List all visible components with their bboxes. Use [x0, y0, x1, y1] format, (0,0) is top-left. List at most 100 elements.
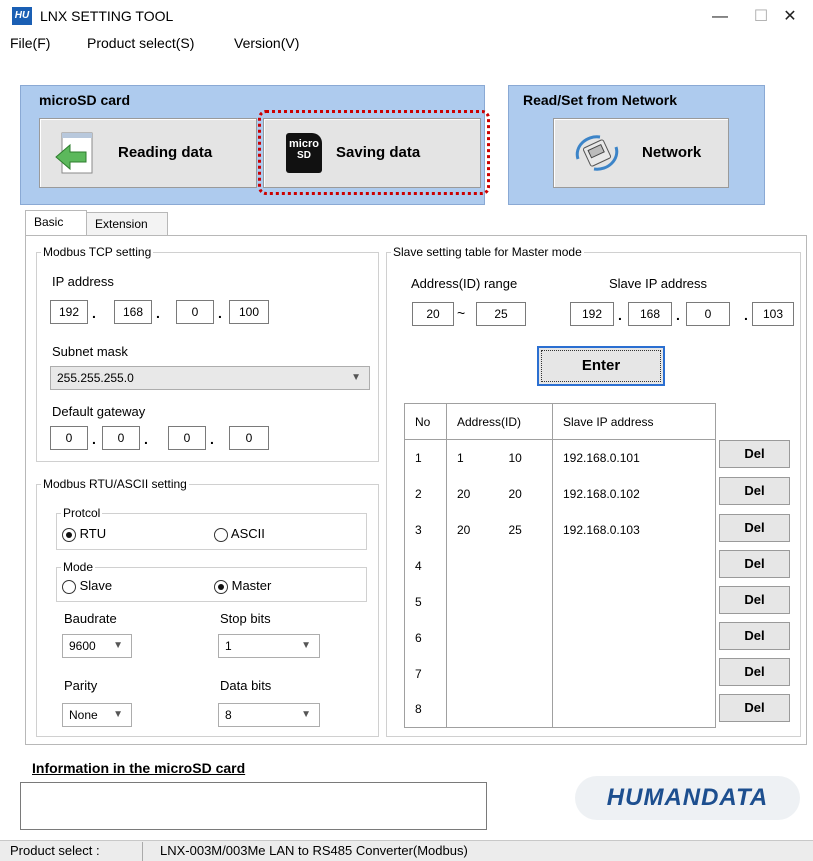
row-slave-ip: 192.168.0.103 — [552, 511, 716, 548]
highlight-outline — [258, 110, 490, 195]
range-from-input[interactable]: 20 — [412, 302, 454, 326]
protocol-ascii-radio[interactable]: ASCII — [214, 526, 265, 542]
ip-octet-4[interactable]: 100 — [229, 300, 269, 324]
row-slave-ip: 192.168.0.102 — [552, 475, 716, 512]
row-no: 5 — [404, 583, 447, 620]
protocol-ascii-label: ASCII — [230, 526, 265, 541]
protocol-rtu-label: RTU — [79, 526, 107, 541]
network-button[interactable]: Network — [553, 118, 729, 188]
microsd-info-box[interactable] — [20, 782, 487, 830]
network-icon — [572, 129, 622, 177]
del-button-row-3[interactable]: Del — [719, 514, 790, 542]
slave-ip-label: Slave IP address — [609, 276, 708, 291]
slave-ip-octet-3[interactable]: 0 — [686, 302, 730, 326]
slave-ip-dot: . — [676, 307, 680, 323]
range-to-input[interactable]: 25 — [476, 302, 526, 326]
slave-ip-octet-1[interactable]: 192 — [570, 302, 614, 326]
row-address-from: 20 — [457, 486, 471, 501]
mode-master-radio[interactable]: Master — [214, 578, 271, 594]
menu-version[interactable]: Version(V) — [234, 35, 299, 51]
ip-octet-2[interactable]: 168 — [114, 300, 152, 324]
row-no: 7 — [404, 655, 447, 692]
table-row[interactable]: 7 — [404, 655, 716, 692]
ip-address-label: IP address — [52, 274, 114, 289]
menu-product-select[interactable]: Product select(S) — [87, 35, 194, 51]
row-no: 3 — [404, 511, 447, 548]
data-bits-value: 8 — [225, 708, 232, 722]
row-slave-ip — [552, 583, 716, 620]
data-bits-select[interactable]: 8 ▼ — [218, 703, 320, 727]
parity-label: Parity — [64, 678, 98, 693]
parity-select[interactable]: None ▼ — [62, 703, 132, 727]
range-separator: ~ — [457, 305, 466, 321]
close-button[interactable]: ✕ — [770, 4, 810, 30]
slave-ip-octet-2[interactable]: 168 — [628, 302, 672, 326]
window-title: LNX SETTING TOOL — [40, 8, 174, 24]
tab-extension[interactable]: Extension — [86, 212, 168, 236]
microsd-panel-title: microSD card — [39, 92, 131, 108]
ip-dot: . — [156, 305, 160, 321]
baudrate-label: Baudrate — [64, 611, 117, 626]
rtu-setting-legend: Modbus RTU/ASCII setting — [43, 477, 187, 491]
minimize-button[interactable]: — — [700, 4, 740, 30]
table-row[interactable]: 5 — [404, 583, 716, 620]
microsd-info-title: Information in the microSD card — [32, 760, 246, 776]
humandata-logo: HUMANDATA — [575, 776, 800, 820]
chevron-down-icon: ▼ — [113, 709, 123, 720]
row-slave-ip — [552, 655, 716, 692]
row-address-from — [447, 584, 499, 620]
del-button-row-2[interactable]: Del — [719, 477, 790, 505]
stop-bits-select[interactable]: 1 ▼ — [218, 634, 320, 658]
ip-dot: . — [92, 305, 96, 321]
protocol-rtu-radio[interactable]: RTU — [62, 526, 106, 542]
slave-ip-dot: . — [744, 307, 748, 323]
gateway-octet-2[interactable]: 0 — [102, 426, 140, 450]
subnet-mask-value: 255.255.255.0 — [57, 371, 134, 385]
ip-octet-1[interactable]: 192 — [50, 300, 88, 324]
gateway-dot: . — [210, 431, 214, 447]
status-divider — [142, 842, 143, 861]
row-address-to: 10 — [498, 439, 553, 476]
row-no: 8 — [404, 691, 447, 728]
status-bar: Product select : LNX-003M/003Me LAN to R… — [0, 840, 813, 861]
table-row[interactable]: 3 20 25 192.168.0.103 — [404, 511, 716, 548]
del-button-row-1[interactable]: Del — [719, 440, 790, 468]
row-address-to — [498, 655, 553, 692]
del-button-row-6[interactable]: Del — [719, 622, 790, 650]
del-button-row-7[interactable]: Del — [719, 658, 790, 686]
del-button-row-8[interactable]: Del — [719, 694, 790, 722]
column-header-slave-ip: Slave IP address — [552, 403, 716, 440]
chevron-down-icon: ▼ — [351, 372, 361, 383]
slave-ip-octet-4[interactable]: 103 — [752, 302, 794, 326]
subnet-mask-select[interactable]: 255.255.255.0 ▼ — [50, 366, 370, 390]
row-address-from — [447, 656, 499, 692]
enter-button[interactable]: Enter — [537, 346, 665, 386]
chevron-down-icon: ▼ — [301, 709, 311, 720]
ip-octet-3[interactable]: 0 — [176, 300, 214, 324]
gateway-octet-4[interactable]: 0 — [229, 426, 269, 450]
menu-file[interactable]: File(F) — [10, 35, 50, 51]
table-header-row: No Address(ID) Slave IP address — [404, 403, 716, 440]
default-gateway-label: Default gateway — [52, 404, 146, 419]
reading-data-button[interactable]: Reading data — [39, 118, 257, 188]
gateway-octet-1[interactable]: 0 — [50, 426, 88, 450]
table-row[interactable]: 6 — [404, 619, 716, 656]
slave-table: No Address(ID) Slave IP address 1 1 10 192.… — [404, 403, 716, 728]
radio-selected-icon — [62, 527, 76, 542]
row-no: 4 — [404, 547, 447, 584]
mode-slave-radio[interactable]: Slave — [62, 578, 112, 594]
gateway-octet-3[interactable]: 0 — [168, 426, 206, 450]
baudrate-select[interactable]: 9600 ▼ — [62, 634, 132, 658]
row-address-from: 20 — [457, 522, 471, 537]
table-row[interactable]: 8 — [404, 691, 716, 728]
del-button-row-4[interactable]: Del — [719, 550, 790, 578]
table-row[interactable]: 4 — [404, 547, 716, 584]
tab-basic[interactable]: Basic — [25, 210, 87, 236]
row-slave-ip — [552, 619, 716, 656]
chevron-down-icon: ▼ — [113, 640, 123, 651]
column-header-no: No — [404, 403, 447, 440]
table-row[interactable]: 1 1 10 192.168.0.101 — [404, 439, 716, 476]
del-button-row-5[interactable]: Del — [719, 586, 790, 614]
table-row[interactable]: 2 20 20 192.168.0.102 — [404, 475, 716, 512]
chevron-down-icon: ▼ — [301, 640, 311, 651]
